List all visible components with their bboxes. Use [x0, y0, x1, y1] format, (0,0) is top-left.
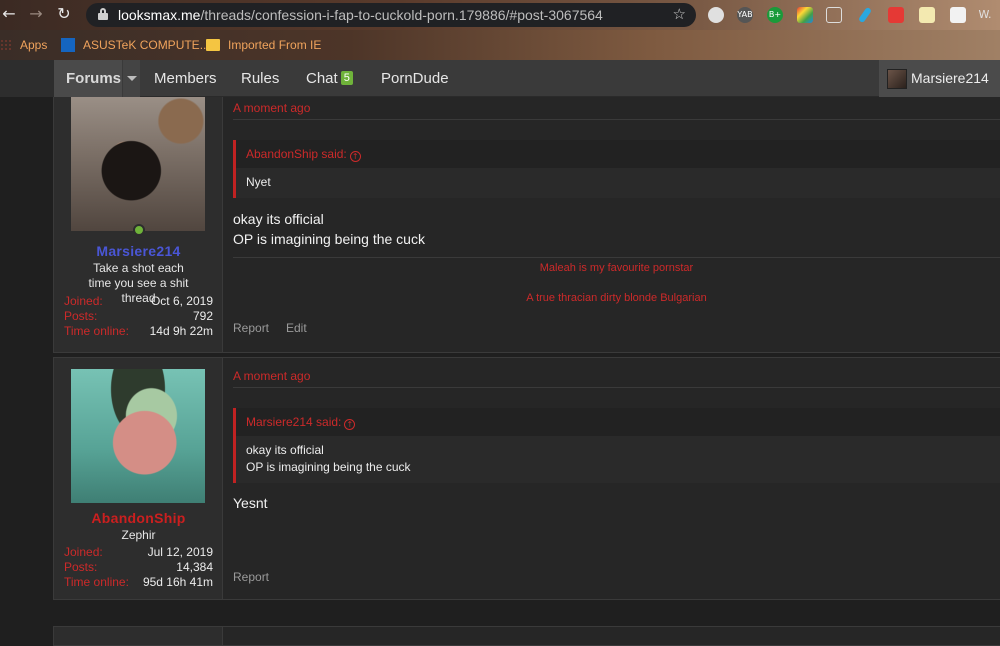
report-link[interactable]: Report — [233, 570, 269, 584]
stat-joined: Joined: Jul 12, 2019 — [64, 545, 213, 559]
stat-time-online: Time online: 14d 9h 22m — [64, 324, 213, 338]
post-timestamp[interactable]: A moment ago — [233, 101, 310, 115]
bookmark-imported-ie[interactable]: Imported From IE — [228, 38, 321, 52]
nav-rules-tab[interactable]: Rules — [241, 60, 279, 97]
edit-link[interactable]: Edit — [286, 321, 307, 335]
avatar[interactable] — [71, 369, 205, 503]
asus-icon — [61, 38, 75, 52]
stat-time-online: Time online: 95d 16h 41m — [64, 575, 213, 589]
stat-posts: Posts: 792 — [64, 309, 213, 323]
signature-line: A true thracian dirty blonde Bulgarian — [526, 292, 707, 304]
quote-author[interactable]: Marsiere214 said: ↑ — [246, 415, 356, 430]
bookmark-asus[interactable]: ASUSTeK COMPUTE... — [83, 38, 210, 52]
post-message: Yesnt — [233, 495, 268, 511]
nav-members-tab[interactable]: Members — [154, 60, 217, 97]
person-extension-icon[interactable] — [950, 7, 966, 23]
nav-porndude-tab[interactable]: PornDude — [381, 60, 449, 97]
divider — [233, 387, 1000, 388]
avatar — [887, 69, 907, 89]
lock-icon — [98, 8, 108, 20]
url-text[interactable]: looksmax.me/threads/confession-i-fap-to-… — [118, 7, 603, 23]
notes-extension-icon[interactable] — [919, 7, 935, 23]
online-status-icon — [133, 224, 145, 236]
chevron-down-icon[interactable] — [122, 60, 140, 97]
stat-joined: Joined: Oct 6, 2019 — [64, 294, 213, 308]
post-author-sidebar: Marsiere214 Take a shot each time you se… — [54, 97, 223, 352]
bookmarks-bar: Apps ASUSTeK COMPUTE... Imported From IE — [0, 30, 1000, 60]
quote-text: okay its official OP is imagining being … — [236, 436, 1000, 483]
colorful-extension-icon[interactable] — [797, 7, 813, 23]
post: AbandonShip Zephir Joined: Jul 12, 2019 P… — [53, 357, 1000, 600]
reload-icon[interactable]: ↻ — [55, 5, 73, 23]
report-link[interactable]: Report — [233, 321, 269, 335]
user-title: Zephir — [121, 528, 156, 542]
pen-extension-icon[interactable] — [857, 6, 873, 24]
user-menu-name: Marsiere214 — [911, 70, 989, 86]
quote-block: Marsiere214 said: ↑ okay its official OP … — [233, 408, 1000, 483]
post — [53, 626, 1000, 646]
bookmark-star-icon[interactable]: ☆ — [673, 5, 686, 23]
divider — [233, 119, 1000, 120]
post-message: okay its official OP is imagining being … — [233, 211, 425, 247]
browser-toolbar: ← → ↻ looksmax.me/threads/confession-i-f… — [0, 0, 1000, 30]
red-extension-icon[interactable] — [888, 7, 904, 23]
quote-author[interactable]: AbandonShip said: ↑ — [246, 147, 361, 162]
post-username[interactable]: Marsiere214 — [54, 243, 223, 259]
signature-divider — [233, 257, 1000, 258]
chat-count-badge: 5 — [340, 71, 353, 86]
post: Marsiere214 Take a shot each time you se… — [53, 97, 1000, 353]
signature-line: Maleah is my favourite pornstar — [539, 262, 694, 274]
post-username[interactable]: AbandonShip — [54, 510, 223, 526]
folder-icon — [206, 39, 220, 51]
ae-extension-icon[interactable] — [826, 7, 842, 23]
forum-navigation: Forums Members Rules Chat 5 PornDude Mars… — [0, 60, 1000, 97]
bookmark-apps[interactable]: Apps — [20, 38, 47, 52]
post-author-sidebar: AbandonShip Zephir Joined: Jul 12, 2019 P… — [54, 358, 223, 599]
bplus-extension-icon[interactable]: B+ — [767, 7, 783, 23]
post-timestamp[interactable]: A moment ago — [233, 369, 310, 383]
w-extension-icon[interactable]: W. — [977, 7, 993, 23]
quote-text: Nyet — [236, 168, 1000, 198]
stat-posts: Posts: 14,384 — [64, 560, 213, 574]
address-bar[interactable]: looksmax.me/threads/confession-i-fap-to-… — [86, 3, 696, 27]
yab-extension-icon[interactable]: YAB — [737, 7, 753, 23]
post-author-sidebar — [54, 627, 223, 645]
arrow-up-circle-icon[interactable]: ↑ — [349, 151, 361, 162]
extension-icon[interactable] — [708, 7, 724, 23]
user-menu[interactable]: Marsiere214 — [879, 60, 1000, 97]
nav-chat-tab[interactable]: Chat 5 — [306, 60, 353, 97]
nav-forums-tab[interactable]: Forums — [54, 60, 140, 97]
forward-icon[interactable]: → — [27, 5, 45, 23]
back-icon[interactable]: ← — [0, 5, 18, 23]
quote-block: AbandonShip said: ↑ Nyet — [233, 140, 1000, 198]
arrow-up-circle-icon[interactable]: ↑ — [344, 419, 356, 430]
apps-grid-icon — [0, 39, 12, 51]
avatar[interactable] — [71, 97, 205, 231]
